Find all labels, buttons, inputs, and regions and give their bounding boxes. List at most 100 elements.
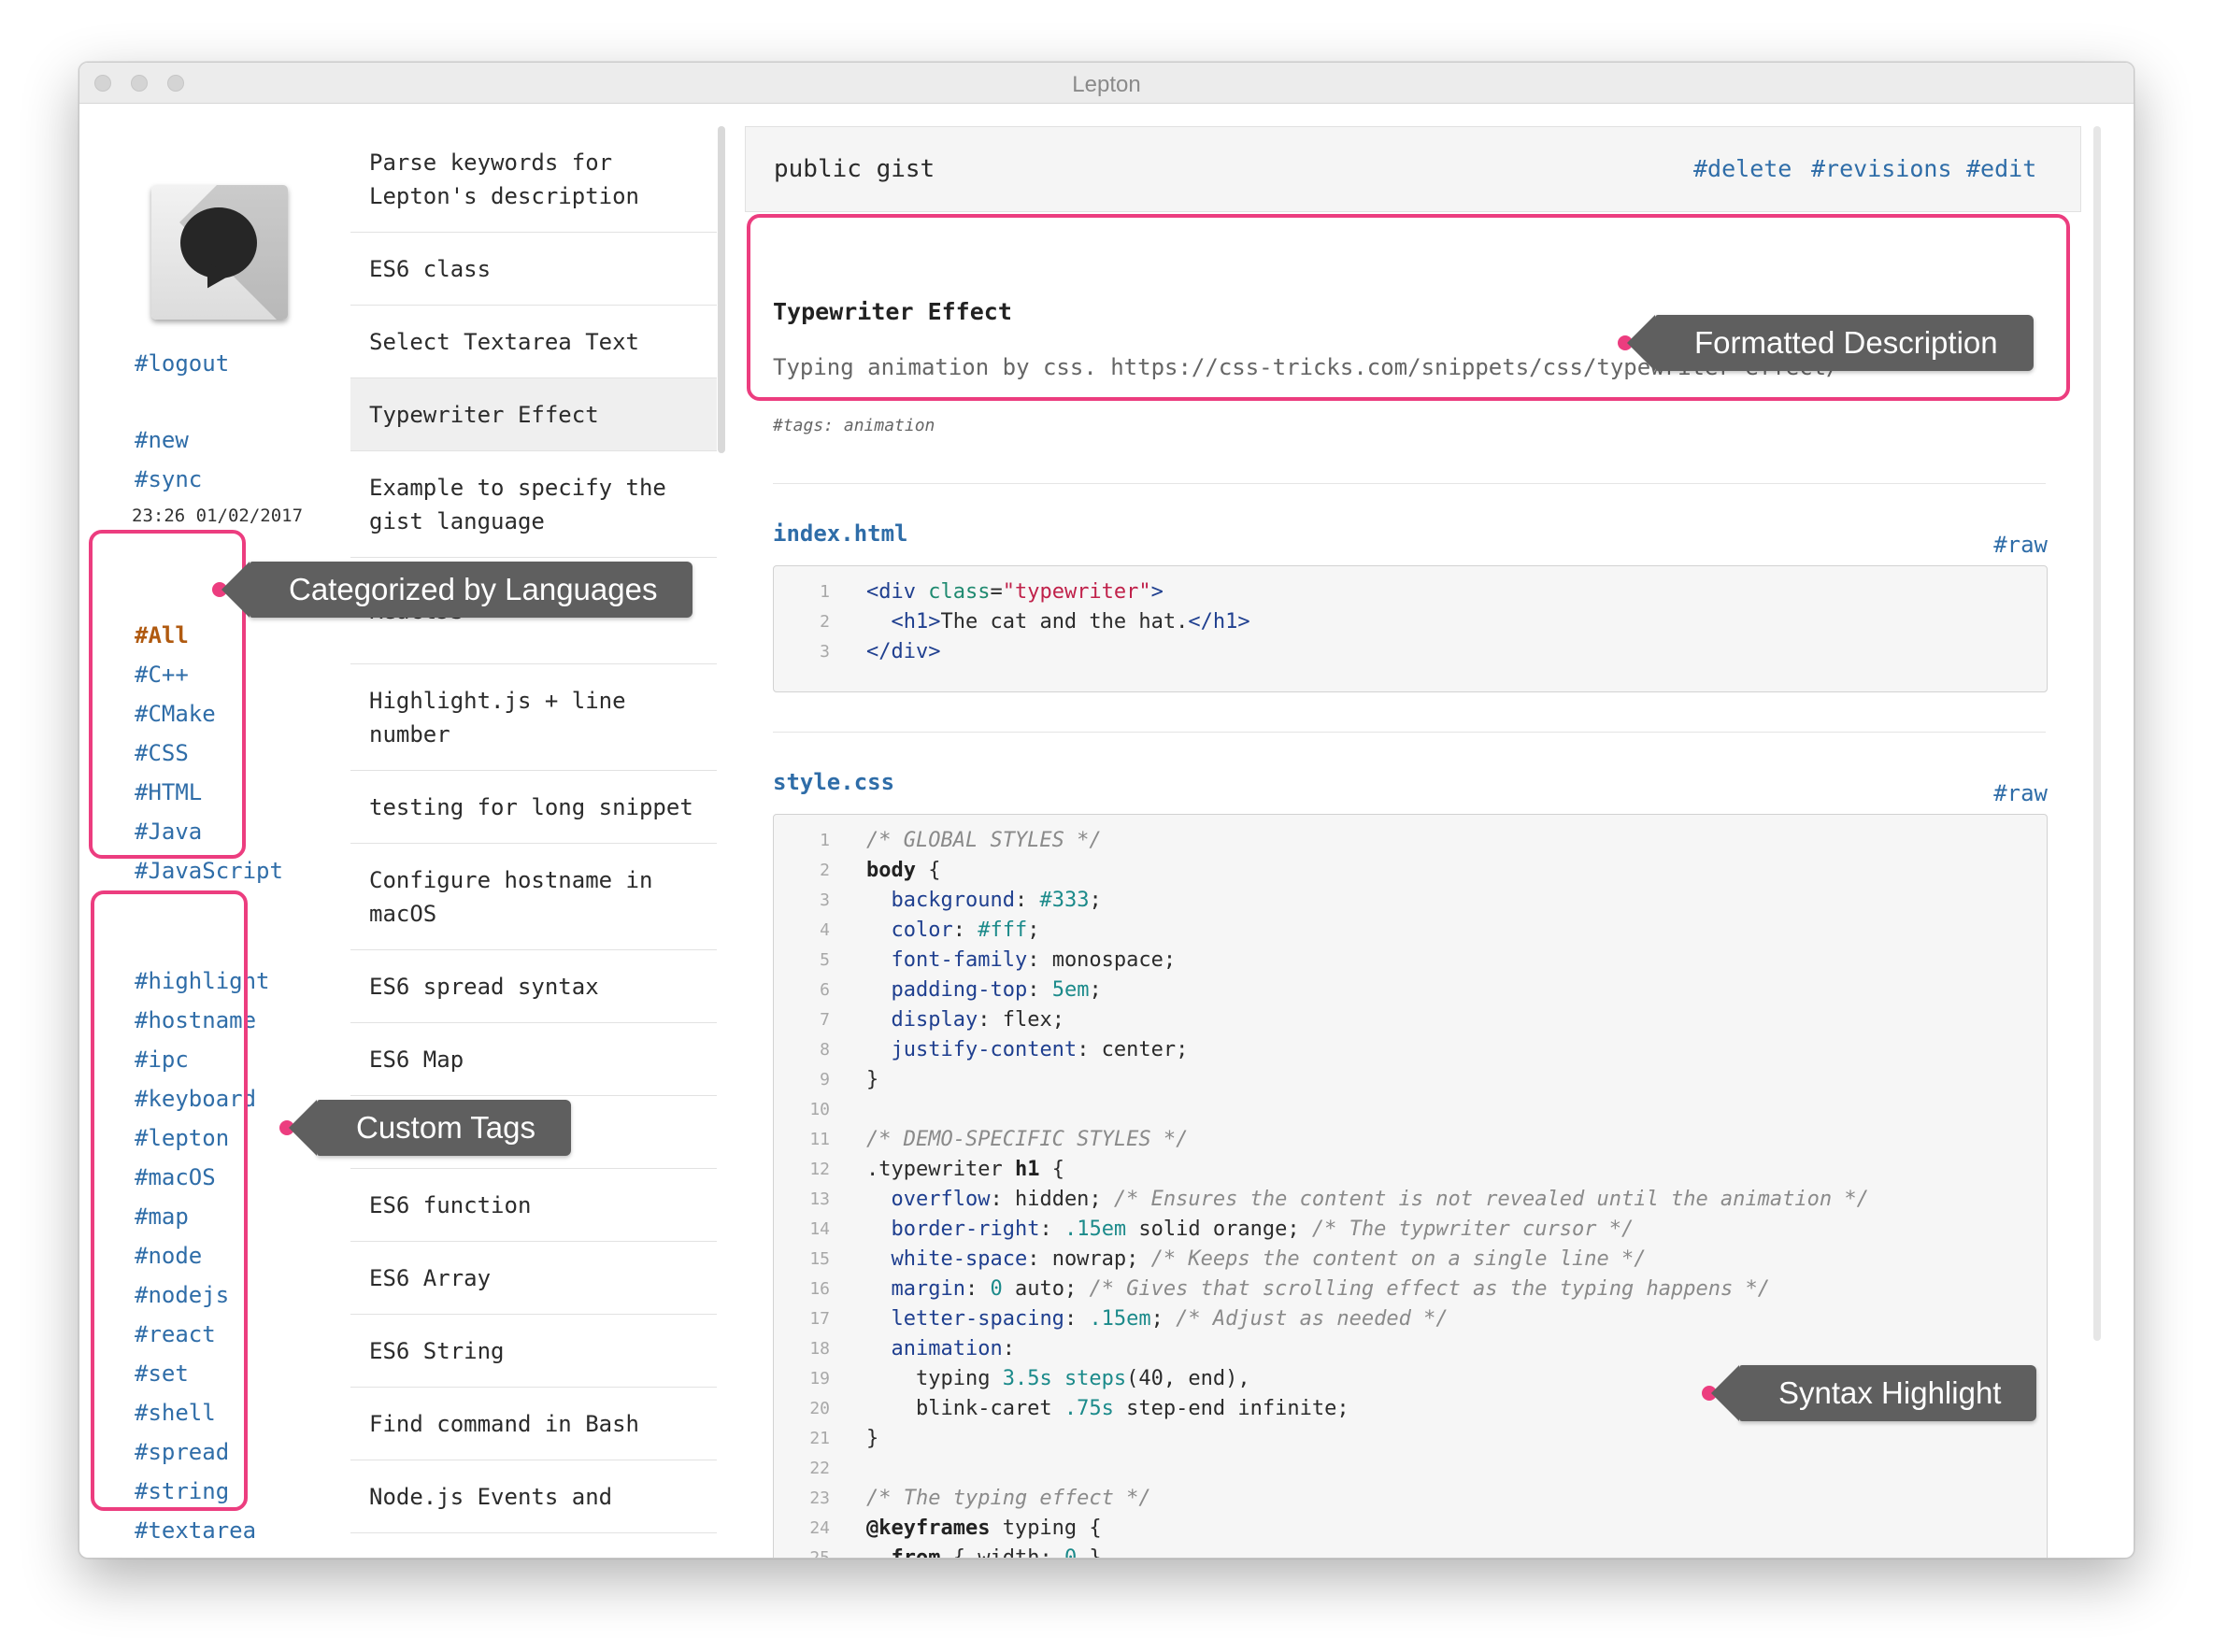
line-number: 15 [809,1249,830,1269]
gist-list-item-title: Example to specify the gist language [369,474,666,534]
raw-link-style-css[interactable]: #raw [1993,780,2048,806]
code-token: </div> [866,640,941,663]
code-token: letter-spacing [891,1307,1064,1331]
delete-link[interactable]: #delete [1693,155,1792,182]
gist-list-item[interactable]: Find command in Bash [350,1388,717,1460]
code-line: 13 overflow: hidden; /* Ensures the cont… [774,1185,2047,1215]
gist-list-item[interactable]: ES6 spread syntax [350,950,717,1023]
gist-list-item[interactable]: ES6 Array [350,1242,717,1315]
code-line: 6 padding-top: 5em; [774,976,2047,1005]
gist-list: Parse keywords for Lepton's description E… [350,126,717,1558]
code-token: : [1002,1337,1015,1360]
gist-list-item[interactable]: ES6 class [350,233,717,306]
tag-filter-item[interactable]: #set [135,1360,189,1387]
code-token: { [1039,1158,1064,1181]
language-filter-item[interactable]: #CSS [135,740,189,766]
gist-list-item-title: Typewriter Effect [369,401,599,428]
line-number: 7 [820,1010,830,1030]
code-token: /* Adjust as needed */ [1176,1307,1449,1331]
line-number: 18 [809,1339,830,1359]
tag-filter-item[interactable]: #ipc [135,1047,189,1073]
language-filter-item[interactable]: #JavaScript [135,858,283,884]
title-bar: Lepton [79,63,2134,104]
gist-list-item[interactable]: ES6 String [350,1315,717,1388]
callout-tags: Custom Tags [289,1100,571,1156]
language-filter-item[interactable]: #C++ [135,662,189,688]
gist-list-item[interactable]: Parse keywords for Lepton's description [350,126,717,233]
gist-list-item[interactable]: Node.js Events and [350,1460,717,1533]
code-text: typing 3.5s steps(40, end), [866,1364,1250,1394]
file-name-index-html: index.html [773,520,908,547]
code-token: { width: [940,1546,1064,1559]
code-text: } [866,1065,878,1095]
code-text: /* DEMO-SPECIFIC STYLES */ [866,1125,1188,1155]
detail-scrollbar[interactable] [2093,126,2101,1341]
tag-filter-item[interactable]: #textarea [135,1517,256,1544]
logout-link[interactable]: #logout [135,350,229,377]
gist-list-item[interactable]: ES6 function [350,1169,717,1242]
language-filter-item[interactable]: #HTML [135,779,202,805]
callout-description: Formatted Description [1627,315,2034,371]
avatar[interactable] [151,185,288,320]
language-filter-item[interactable]: #CMake [135,701,216,727]
code-line: 3 </div> [774,637,2047,667]
code-token: /* GLOBAL STYLES */ [866,829,1102,852]
tag-filter-item[interactable]: #map [135,1203,189,1230]
code-line: 11 /* DEMO-SPECIFIC STYLES */ [774,1125,2047,1155]
code-token: .15em [1064,1218,1127,1241]
code-token: ; [1089,978,1102,1002]
language-filter-item[interactable]: #Java [135,819,202,845]
new-gist-link[interactable]: #new [135,427,189,453]
gist-list-item-title: ES6 class [369,255,492,282]
tag-filter-item[interactable]: #keyboard [135,1086,256,1112]
line-number: 11 [809,1130,830,1149]
gist-list-item-title: ES6 Map [369,1046,464,1073]
tag-filter-item[interactable]: #node [135,1243,202,1269]
line-number: 6 [820,980,830,1000]
code-token: 0 [990,1277,1003,1301]
code-line: 7 display: flex; [774,1005,2047,1035]
tag-filter-item[interactable]: #shell [135,1400,216,1426]
gist-list-scrollbar[interactable] [718,126,725,453]
gist-list-item[interactable]: Typewriter Effect [350,378,717,451]
gist-list-item[interactable]: Select Textarea Text [350,306,717,378]
code-token: ; [1089,889,1102,912]
code-token: <h1> [891,610,941,634]
code-text: animation: [866,1334,1015,1364]
code-line: 1 <div class="typewriter"> [774,577,2047,607]
tag-filter-item[interactable]: #highlight [135,968,270,994]
code-text: justify-content: center; [866,1035,1189,1065]
gist-list-item[interactable]: testing for long snippet [350,771,717,844]
sync-link[interactable]: #sync [135,466,202,492]
gist-list-item[interactable]: Configure hostname in macOS [350,844,717,950]
tag-filter-item[interactable]: #macOS [135,1164,216,1190]
tag-filter-item[interactable]: #spread [135,1439,229,1465]
code-token: : center; [1077,1038,1189,1061]
code-text: margin: 0 auto; /* Gives that scrolling … [866,1275,1770,1304]
tag-filter-item[interactable]: #nodejs [135,1282,229,1308]
code-line: 4 color: #fff; [774,916,2047,946]
code-token: #333 [1039,889,1090,912]
gist-list-item[interactable]: ES6 Map [350,1023,717,1096]
tag-filter-item[interactable]: #lepton [135,1125,229,1151]
code-line: 18 animation: [774,1334,2047,1364]
tag-filter-item[interactable]: #react [135,1321,216,1347]
code-token: .75s [1064,1397,1114,1420]
code-token: : [964,1277,991,1301]
gist-list-item[interactable]: Highlight.js + line number [350,664,717,771]
edit-link[interactable]: #edit [1966,155,2036,182]
revisions-link[interactable]: #revisions [1811,155,1952,182]
code-text: font-family: monospace; [866,946,1177,976]
code-token: <div [866,580,929,604]
language-filter-item[interactable]: #All [135,622,189,648]
code-line: 22 [774,1454,2047,1484]
tag-filter-item[interactable]: #string [135,1478,229,1504]
line-number: 14 [809,1219,830,1239]
gist-list-item[interactable]: Example to specify the gist language [350,451,717,558]
raw-link-index-html[interactable]: #raw [1993,532,2048,558]
tag-filter-item[interactable]: #hostname [135,1007,256,1033]
line-number: 17 [809,1309,830,1329]
